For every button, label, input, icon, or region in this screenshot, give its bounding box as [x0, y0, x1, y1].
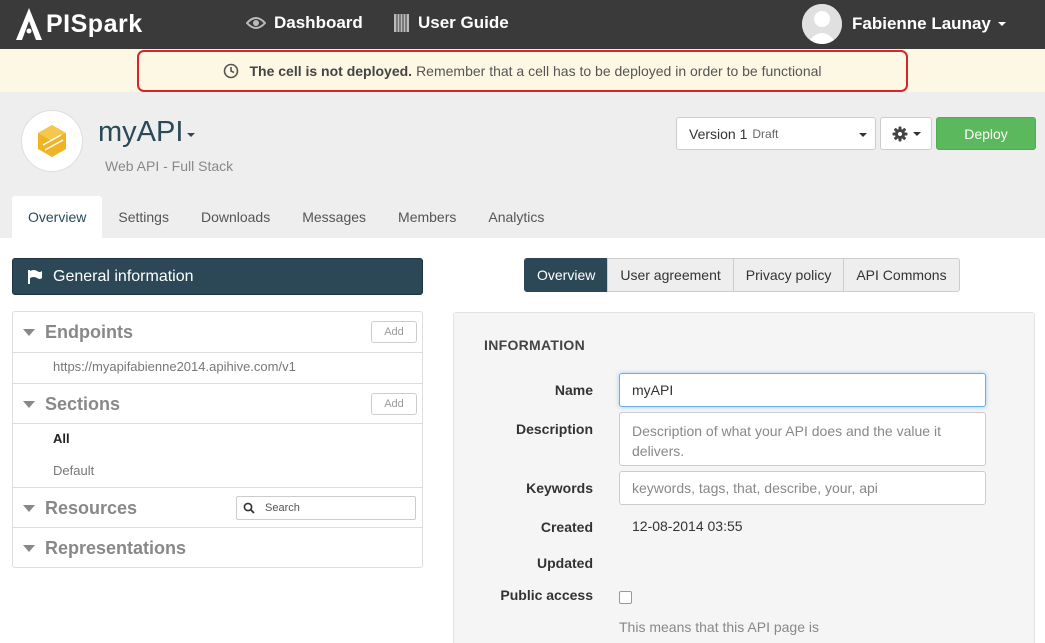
- chevron-down-icon: [859, 133, 867, 137]
- book-icon: [394, 14, 409, 32]
- api-title-dropdown[interactable]: myAPI: [98, 116, 196, 149]
- user-menu[interactable]: Fabienne Launay: [802, 4, 1006, 44]
- chevron-down-icon: [187, 132, 196, 137]
- general-information-button[interactable]: General information: [12, 258, 423, 295]
- divider: [13, 423, 422, 424]
- representations-title: Representations: [45, 537, 187, 558]
- caret-down-icon: [23, 328, 35, 336]
- divider: [13, 383, 422, 384]
- subtab-api-commons[interactable]: API Commons: [843, 258, 960, 292]
- endpoint-link[interactable]: https://myapifabienne2014.apihive.com/v1: [53, 359, 296, 374]
- tab-messages[interactable]: Messages: [286, 196, 382, 238]
- avatar: [802, 4, 842, 44]
- overview-subtabs: Overview User agreement Privacy policy A…: [524, 258, 960, 292]
- settings-dropdown-button[interactable]: [880, 117, 932, 150]
- tab-overview[interactable]: Overview: [12, 196, 103, 238]
- name-label: Name: [554, 382, 593, 398]
- nav-dashboard-label: Dashboard: [274, 13, 363, 32]
- eye-icon: [246, 17, 266, 29]
- chevron-down-icon: [997, 22, 1006, 26]
- search-placeholder: Search: [265, 502, 300, 514]
- clock-icon: [224, 63, 239, 79]
- alert-strong-text: The cell is not deployed.: [249, 63, 413, 79]
- not-deployed-alert: The cell is not deployed. Remember that …: [137, 50, 908, 92]
- apispark-logo[interactable]: PISpark: [14, 6, 143, 42]
- api-structure-panel: Endpoints Add https://myapifabienne2014.…: [12, 311, 423, 568]
- section-all[interactable]: All: [53, 431, 70, 446]
- caret-down-icon: [23, 544, 35, 552]
- hexagon-cube-icon: [38, 125, 66, 157]
- gear-icon: [892, 126, 907, 141]
- sections-title: Sections: [45, 393, 121, 414]
- public-access-checkbox[interactable]: [619, 591, 632, 604]
- tab-analytics[interactable]: Analytics: [472, 196, 560, 238]
- brand-name: PISpark: [46, 9, 143, 38]
- nav-user-guide-label: User Guide: [418, 13, 509, 32]
- add-endpoint-button[interactable]: Add: [371, 321, 417, 343]
- keywords-field[interactable]: keywords, tags, that, describe, your, ap…: [619, 471, 986, 505]
- divider: [13, 527, 422, 528]
- description-field[interactable]: Description of what your API does and th…: [619, 412, 986, 466]
- tab-settings[interactable]: Settings: [102, 196, 185, 238]
- public-access-label: Public access: [500, 587, 593, 603]
- resources-title: Resources: [45, 497, 138, 518]
- sections-header[interactable]: Sections Add: [13, 392, 422, 416]
- chevron-down-icon: [912, 131, 921, 136]
- search-icon: [243, 502, 255, 514]
- description-label: Description: [515, 421, 593, 437]
- updated-label: Updated: [537, 555, 593, 571]
- api-subtitle: Web API - Full Stack: [105, 158, 234, 174]
- alert-text: Remember that a cell has to be deployed …: [416, 63, 822, 79]
- version-status: Draft: [752, 126, 779, 141]
- section-default[interactable]: Default: [53, 463, 94, 478]
- divider: [13, 352, 422, 353]
- top-navbar: PISpark Dashboard User Guide Fabienne La…: [0, 0, 1045, 49]
- nav-user-guide[interactable]: User Guide: [393, 13, 509, 33]
- public-access-help: This means that this API page is: [619, 619, 819, 635]
- flag-icon: [28, 269, 42, 284]
- main-tabs: Overview Settings Downloads Messages Mem…: [12, 196, 560, 238]
- representations-header[interactable]: Representations: [13, 536, 422, 560]
- tab-members[interactable]: Members: [382, 196, 472, 238]
- add-section-button[interactable]: Add: [371, 393, 417, 415]
- endpoints-title: Endpoints: [45, 321, 133, 342]
- keywords-label: Keywords: [526, 480, 593, 496]
- general-information-label: General information: [53, 267, 194, 285]
- version-label: Version 1: [689, 125, 748, 142]
- tab-downloads[interactable]: Downloads: [185, 196, 286, 238]
- user-avatar-icon: [802, 4, 842, 44]
- caret-down-icon: [23, 400, 35, 408]
- version-select[interactable]: Version 1 Draft: [676, 117, 876, 150]
- information-heading: INFORMATION: [484, 337, 586, 353]
- subtab-user-agreement[interactable]: User agreement: [607, 258, 734, 292]
- nav-dashboard[interactable]: Dashboard: [246, 13, 363, 33]
- divider: [13, 487, 422, 488]
- caret-down-icon: [23, 504, 35, 512]
- user-name: Fabienne Launay: [852, 14, 991, 33]
- subtab-overview[interactable]: Overview: [524, 258, 609, 292]
- api-logo: [21, 110, 83, 172]
- deploy-button[interactable]: Deploy: [936, 117, 1036, 150]
- endpoints-header[interactable]: Endpoints Add: [13, 320, 422, 344]
- created-value: 12-08-2014 03:55: [632, 518, 743, 534]
- api-title: myAPI: [98, 116, 184, 148]
- created-label: Created: [540, 519, 593, 535]
- apispark-a-icon: [16, 8, 42, 40]
- name-field[interactable]: myAPI: [619, 373, 986, 407]
- resources-search-input[interactable]: Search: [236, 496, 416, 520]
- subtab-privacy-policy[interactable]: Privacy policy: [732, 258, 845, 292]
